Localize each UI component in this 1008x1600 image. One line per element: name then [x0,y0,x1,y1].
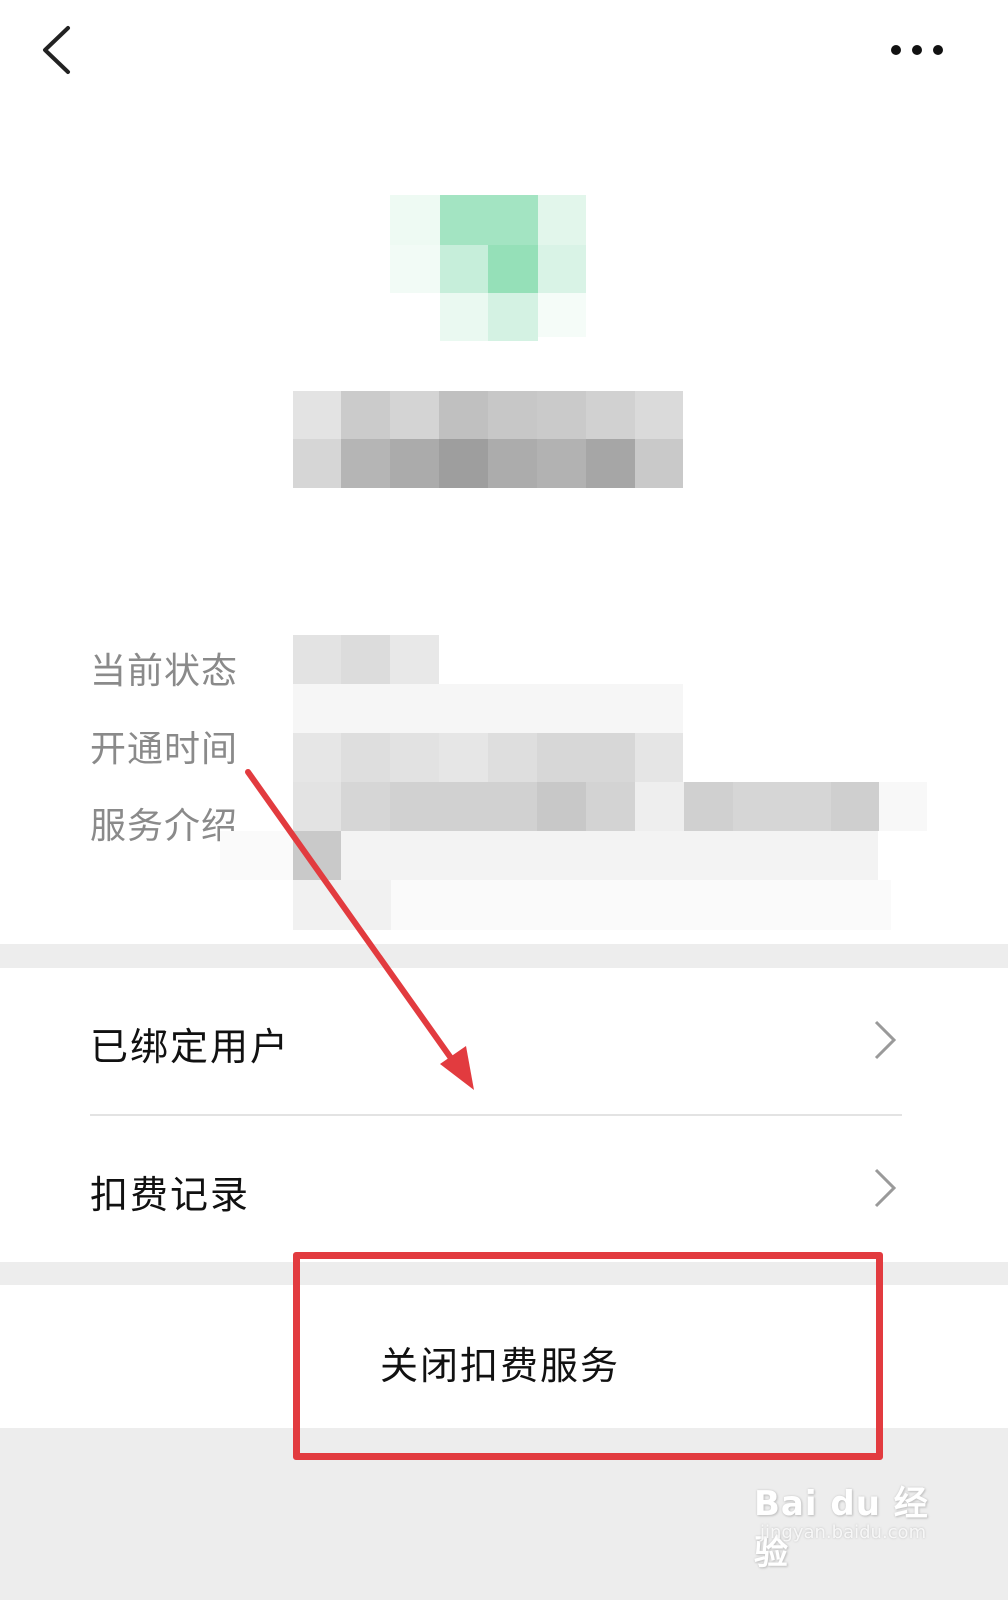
baidu-jingyan-watermark: Bai du 经验 jingyan.baidu.com [754,1476,954,1573]
watermark-url: jingyan.baidu.com [760,1522,927,1543]
annotation-arrow [245,769,474,1090]
